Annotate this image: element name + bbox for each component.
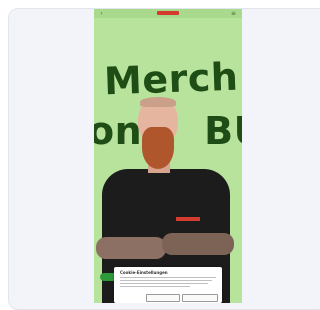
cookie-decline-button[interactable] <box>146 294 180 302</box>
person-arm-right <box>162 233 234 255</box>
top-bar: ‹ ≡ <box>94 9 242 18</box>
preview-card: ‹ ≡ Merch on BÜ Cookie-Einstellungen <box>8 8 320 310</box>
hero-headline-word-left: on <box>94 109 143 153</box>
mobile-preview: ‹ ≡ Merch on BÜ Cookie-Einstellungen <box>94 9 242 303</box>
brand-logo[interactable] <box>157 11 179 15</box>
cookie-banner: Cookie-Einstellungen <box>114 267 222 303</box>
person-arm-left <box>96 237 166 259</box>
hero-headline-word-right: BÜ <box>204 109 242 153</box>
cookie-text <box>120 277 216 289</box>
person-hair <box>140 97 176 107</box>
cookie-settings-link[interactable] <box>119 294 143 302</box>
cookie-accept-button[interactable] <box>182 294 218 302</box>
cookie-title: Cookie-Einstellungen <box>120 270 168 275</box>
shirt-logo <box>176 217 200 221</box>
hero-headline-line1: Merch <box>103 54 240 104</box>
chevron-left-icon[interactable]: ‹ <box>98 10 105 17</box>
menu-icon[interactable]: ≡ <box>230 10 237 17</box>
person-beard <box>142 127 174 169</box>
